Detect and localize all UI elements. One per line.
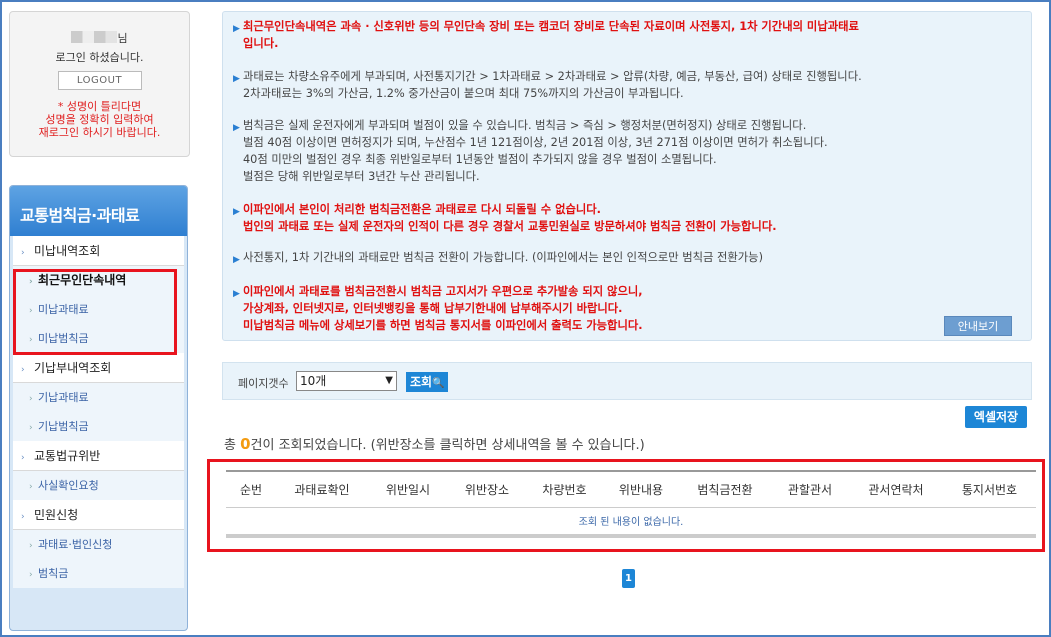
login-panel: 님 로그인 하셨습니다. LOGOUT * 성명이 틀리다면 성명을 정확히 입…: [9, 11, 190, 157]
table-header: 순번 과태료확인 위반일시 위반장소 차량번호 위반내용 범칙금전환 관할관서 …: [226, 470, 1036, 508]
result-suffix: 건이 조회되었습니다. (위반장소를 클릭하면 상세내역을 볼 수 있습니다.): [250, 438, 645, 453]
search-icon: 🔍: [432, 378, 445, 389]
notice-line: 법인의 과태료 또는 실제 운전자의 인적이 다른 경우 경찰서 교통민원실로 …: [243, 220, 777, 233]
menu-label: 사실확인요청: [38, 479, 99, 492]
arrow-right-icon: ›: [21, 365, 25, 375]
notice-line: 입니다.: [243, 37, 279, 50]
sidebar: 교통범칙금·과태료 › 미납내역조회 › 최근무인단속내역 › 미납과태료 › 미납범칙…: [9, 185, 188, 631]
chevron-down-icon: ▼: [385, 375, 393, 386]
page-size-label: 페이지갯수: [238, 377, 289, 390]
triangle-bullet-icon: ▶: [233, 289, 240, 299]
column-header: 위반내용: [618, 483, 664, 497]
page-size-value: 10개: [300, 374, 327, 388]
chevron-right-icon: ›: [29, 482, 33, 492]
notice-item: ▶ 최근무인단속내역은 과속 · 신호위반 등의 무인단속 장비 또는 캠코더 …: [233, 18, 859, 52]
warning-line: 성명을 정확히 입력하여: [45, 113, 154, 126]
submenu-paid: › 기납과태료 › 기납범칙금: [13, 383, 184, 441]
notice-item: ▶ 이파인에서 본인이 처리한 범칙금전환은 과태료로 다시 되돌릴 수 없습니…: [233, 201, 777, 235]
submenu-civil: › 과태료·법인신청 › 범칙금: [13, 530, 184, 588]
excel-save-button[interactable]: 엑셀저장: [965, 406, 1027, 428]
menu-label: 기납범칙금: [38, 420, 89, 433]
name-suffix: 님: [117, 32, 128, 45]
masked-username: [71, 31, 118, 43]
notice-line: 미납범칙금 메뉴에 상세보기를 하면 범칙금 통지서를 이파인에서 출력도 가능…: [243, 319, 643, 332]
menu-civil-request[interactable]: › 민원신청: [13, 500, 184, 530]
page-button[interactable]: 1: [622, 569, 635, 588]
menu-paid-lookup[interactable]: › 기납부내역조회: [13, 353, 184, 383]
highlight-box-menu: [13, 269, 177, 355]
result-count: 총 0건이 조회되었습니다. (위반장소를 클릭하면 상세내역을 볼 수 있습니…: [224, 434, 645, 453]
menu-label: 과태료·법인신청: [38, 538, 113, 551]
notice-line: 범칙금은 실제 운전자에게 부과되며 벌점이 있을 수 있습니다. 범칙금 > …: [243, 119, 807, 132]
notice-line: 최근무인단속내역은 과속 · 신호위반 등의 무인단속 장비 또는 캠코더 장비…: [243, 20, 859, 33]
notice-item: ▶ 사전통지, 1차 기간내의 과태료만 범칙금 전환이 가능합니다. (이파인…: [233, 249, 763, 266]
menu-penalty-request[interactable]: › 범칙금: [13, 559, 184, 588]
notice-line: 벌점 40점 이상이면 면허정지가 되며, 누산점수 1년 121점이상, 2년…: [243, 136, 828, 149]
arrow-right-icon: ›: [21, 453, 25, 463]
search-label: 조회: [410, 375, 433, 389]
highlight-box-table: 순번 과태료확인 위반일시 위반장소 차량번호 위반내용 범칙금전환 관할관서 …: [207, 459, 1045, 552]
notice-line: 이파인에서 본인이 처리한 범칙금전환은 과태료로 다시 되돌릴 수 없습니다.: [243, 203, 601, 216]
menu-label: 미납내역조회: [34, 244, 101, 258]
notice-item: ▶ 이파인에서 과태료를 범칙금전환시 범칙금 고지서가 우편으로 추가발송 되…: [233, 283, 643, 334]
notice-panel: ▶ 최근무인단속내역은 과속 · 신호위반 등의 무인단속 장비 또는 캠코더 …: [222, 11, 1032, 341]
guide-button[interactable]: 안내보기: [944, 316, 1012, 336]
column-header: 위반장소: [464, 483, 510, 497]
notice-line: 사전통지, 1차 기간내의 과태료만 범칙금 전환이 가능합니다. (이파인에서…: [243, 251, 763, 264]
warning-line: * 성명이 틀리다면: [57, 100, 142, 113]
notice-line: 가상계좌, 인터넷지로, 인터넷뱅킹을 통해 납부기한내에 납부해주시기 바랍니…: [243, 302, 623, 315]
menu-unpaid-lookup[interactable]: › 미납내역조회: [13, 236, 184, 266]
notice-line: 40점 미만의 벌점인 경우 최종 위반일로부터 1년동안 벌점이 추가되지 않…: [243, 153, 717, 166]
notice-item: ▶ 범칙금은 실제 운전자에게 부과되며 벌점이 있을 수 있습니다. 범칙금 …: [233, 117, 828, 185]
triangle-bullet-icon: ▶: [233, 24, 240, 34]
triangle-bullet-icon: ▶: [233, 207, 240, 217]
user-name: 님: [10, 30, 189, 46]
chevron-right-icon: ›: [29, 394, 33, 404]
notice-line: 벌점은 당해 위반일로부터 3년간 누산 관리됩니다.: [243, 170, 480, 183]
menu-paid-fine[interactable]: › 기납과태료: [13, 383, 184, 412]
submenu-violation: › 사실확인요청: [13, 471, 184, 500]
menu-paid-penalty[interactable]: › 기납범칙금: [13, 412, 184, 441]
menu-label: 민원신청: [34, 508, 79, 522]
results-table: 순번 과태료확인 위반일시 위반장소 차량번호 위반내용 범칙금전환 관할관서 …: [226, 470, 1036, 538]
arrow-right-icon: ›: [21, 512, 25, 522]
triangle-bullet-icon: ▶: [233, 74, 240, 84]
menu-fine-corporate[interactable]: › 과태료·법인신청: [13, 530, 184, 559]
column-header: 과태료확인: [294, 483, 350, 497]
chevron-right-icon: ›: [29, 541, 33, 551]
arrow-right-icon: ›: [21, 248, 25, 258]
menu-traffic-violation[interactable]: › 교통법규위반: [13, 441, 184, 471]
login-warning: * 성명이 틀리다면 성명을 정확히 입력하여 재로그인 하시기 바랍니다.: [10, 100, 189, 139]
column-header: 차량번호: [542, 483, 587, 497]
menu-label: 기납과태료: [38, 391, 89, 404]
filter-bar: 페이지갯수 10개 ▼ 조회🔍: [222, 362, 1032, 400]
result-count-number: 0: [240, 435, 251, 453]
chevron-right-icon: ›: [29, 570, 33, 580]
login-status: 로그인 하셨습니다.: [55, 51, 144, 64]
notice-line: 이파인에서 과태료를 범칙금전환시 범칙금 고지서가 우편으로 추가발송 되지 …: [243, 285, 643, 298]
column-header: 위반일시: [385, 483, 431, 497]
warning-line: 재로그인 하시기 바랍니다.: [38, 126, 161, 139]
notice-line: 2차과태료는 3%의 가산금, 1.2% 중가산금이 붙으며 최대 75%까지의…: [243, 87, 684, 100]
page-size-select[interactable]: 10개 ▼: [296, 371, 397, 391]
column-header: 순번: [239, 483, 263, 497]
search-button[interactable]: 조회🔍: [406, 372, 448, 392]
column-header: 범칙금전환: [697, 483, 753, 497]
menu-label: 범칙금: [38, 567, 69, 580]
column-header: 통지서번호: [961, 483, 1018, 497]
column-header: 관할관서: [787, 483, 833, 497]
triangle-bullet-icon: ▶: [233, 123, 240, 133]
triangle-bullet-icon: ▶: [233, 255, 240, 265]
menu-label: 교통법규위반: [34, 449, 101, 463]
result-prefix: 총: [224, 438, 236, 453]
sidebar-title: 교통범칙금·과태료: [10, 186, 187, 236]
notice-line: 과태료는 차량소유주에게 부과되며, 사전통지기간 > 1차과태료 > 2차과태…: [243, 70, 862, 83]
logout-button[interactable]: LOGOUT: [57, 71, 142, 90]
notice-item: ▶ 과태료는 차량소유주에게 부과되며, 사전통지기간 > 1차과태료 > 2차…: [233, 68, 862, 102]
menu-label: 기납부내역조회: [34, 361, 112, 375]
menu-fact-check[interactable]: › 사실확인요청: [13, 471, 184, 500]
chevron-right-icon: ›: [29, 423, 33, 433]
empty-message: 조회 된 내용이 없습니다.: [226, 508, 1036, 538]
column-header: 관서연락처: [868, 483, 924, 497]
